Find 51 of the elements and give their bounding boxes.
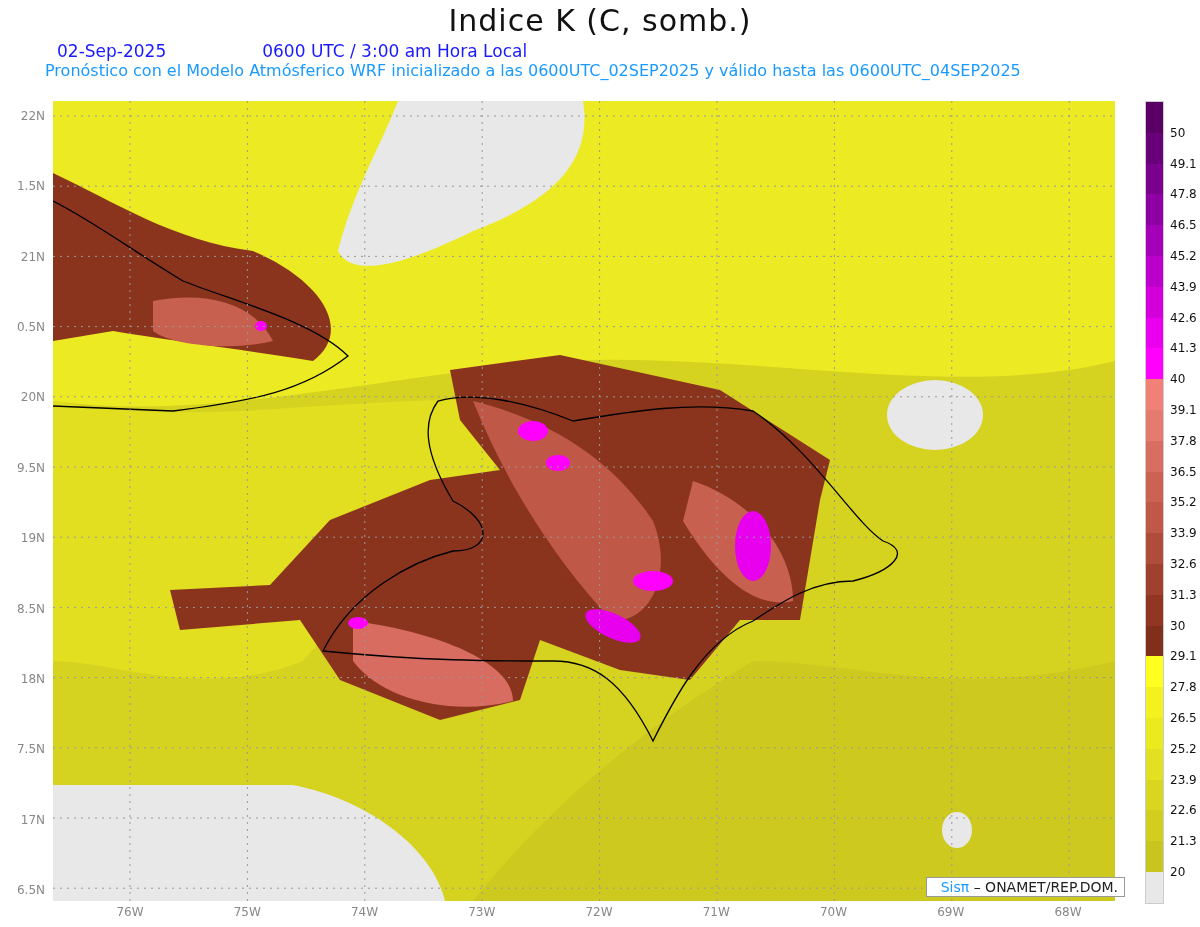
colorbar-label: 33.9 <box>1170 526 1197 541</box>
colorbar-label: 50 <box>1170 125 1186 140</box>
colorbar-label: 42.6 <box>1170 310 1197 325</box>
latitude-label: 6.5N <box>16 882 45 897</box>
latitude-label: 8.5N <box>16 601 45 616</box>
colorbar-label: 22.6 <box>1170 803 1197 818</box>
latitude-label: 17N <box>20 812 45 827</box>
latitude-label: 18N <box>20 671 45 686</box>
latitude-label: 21N <box>20 249 45 264</box>
latitude-label: 22N <box>20 109 45 123</box>
colorbar-label: 30 <box>1170 618 1186 633</box>
colorbar-label: 39.1 <box>1170 402 1197 417</box>
colorbar-label: 45.2 <box>1170 249 1197 263</box>
latitude-label: 7.5N <box>16 742 45 757</box>
colorbar-label: 37.8 <box>1170 433 1197 448</box>
colorbar-label: 21.3 <box>1170 834 1197 849</box>
longitude-label: 68W <box>1054 905 1082 919</box>
latitude-label: 19N <box>20 531 45 546</box>
colorbar-label: 20 <box>1170 864 1186 879</box>
colorbar-label: 36.5 <box>1170 464 1197 479</box>
latitude-label: 0.5N <box>16 320 45 335</box>
colorbar-label: 25.2 <box>1170 741 1197 756</box>
longitude-label: 70W <box>819 905 848 919</box>
longitude-label: 73W <box>467 905 496 919</box>
colorbar-label: 26.5 <box>1170 710 1197 725</box>
credit-label: Sisπ – ONAMET/REP.DOM. <box>925 877 1125 897</box>
colorbar-label: 27.8 <box>1170 680 1197 695</box>
latitude-label: 1.5N <box>16 179 45 194</box>
colorbar-label: 31.3 <box>1170 587 1197 602</box>
latitude-label: 20N <box>20 390 45 405</box>
colorbar-label: 40 <box>1170 372 1186 387</box>
longitude-label: 76W <box>116 905 144 919</box>
colorbar-label: 49.1 <box>1170 156 1197 171</box>
subtitle: Pronóstico con el Modelo Atmósferico WRF inicializado a las 0600UTC_02SEP2025 y válido hasta las 0600UTC_04SEP2025 <box>44 61 1022 80</box>
colorbar-label: 47.8 <box>1170 187 1197 202</box>
chart-title: Indice K (C, somb.) <box>447 2 753 40</box>
colorbar-label: 41.3 <box>1170 341 1197 356</box>
colorbar-label: 32.6 <box>1170 556 1197 571</box>
colorbar-label: 46.5 <box>1170 218 1197 233</box>
latitude-label: 9.5N <box>16 460 45 475</box>
colorbar-label: 23.9 <box>1170 772 1197 787</box>
longitude-label: 71W <box>702 905 731 919</box>
longitude-label: 72W <box>585 905 613 919</box>
colorbar-label: 35.2 <box>1170 495 1197 510</box>
date-label: 02-Sep-2025 <box>57 41 167 61</box>
longitude-label: 75W <box>233 905 262 919</box>
longitude-label: 74W <box>350 905 379 919</box>
colorbar-label: 43.9 <box>1170 279 1197 294</box>
longitude-label: 69W <box>936 905 965 919</box>
time-label: 0600 UTC / 3:00 am Hora Local <box>262 41 528 61</box>
colorbar-label: 29.1 <box>1170 649 1197 664</box>
